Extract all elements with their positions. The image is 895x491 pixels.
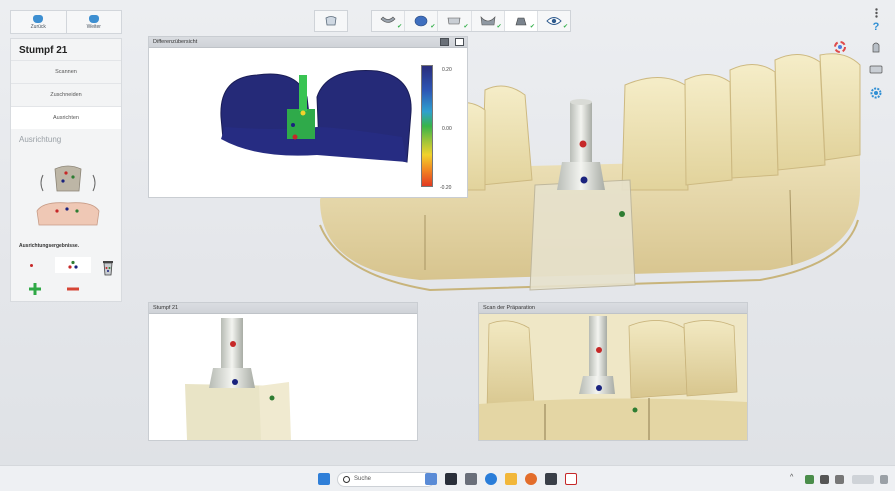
panel-title: Stumpf 21 bbox=[19, 45, 68, 56]
color-wheel-icon bbox=[834, 41, 846, 53]
back-button[interactable]: Zurück bbox=[11, 11, 67, 33]
settings-button[interactable] bbox=[866, 84, 886, 102]
three-point-mode-button[interactable] bbox=[55, 257, 91, 273]
window-header: Stumpf 21 bbox=[149, 303, 417, 314]
alignment-tools bbox=[15, 257, 119, 299]
visibility-button[interactable]: ✔ bbox=[538, 11, 570, 31]
app-icon[interactable] bbox=[545, 473, 557, 485]
question-icon: ? bbox=[872, 21, 880, 33]
window-header: Differenzübersicht bbox=[149, 37, 467, 48]
legend-min-label: -0.20 bbox=[440, 185, 452, 191]
maximize-icon[interactable] bbox=[455, 38, 464, 46]
difference-map-model bbox=[220, 70, 412, 163]
history-nav: Zurück Weiter bbox=[10, 10, 122, 34]
edge-icon[interactable] bbox=[485, 473, 497, 485]
done-check-icon: ✔ bbox=[397, 24, 403, 30]
snapshot-icon[interactable] bbox=[440, 38, 449, 46]
dental-app-icon[interactable] bbox=[565, 473, 577, 485]
upper-jaw-icon bbox=[448, 17, 461, 25]
minus-icon bbox=[67, 287, 79, 291]
lower-jaw-icon bbox=[380, 16, 396, 23]
preparation-3d-view[interactable] bbox=[479, 314, 747, 440]
gear-icon bbox=[870, 87, 882, 99]
single-point-mode-button[interactable] bbox=[21, 257, 41, 273]
window-title: Scan der Präparation bbox=[483, 305, 535, 311]
forward-arrow-icon bbox=[88, 14, 99, 23]
workflow-panel: Stumpf 21 Scannen Zuschneiden Ausrichten… bbox=[10, 38, 122, 302]
window-title: Differenzübersicht bbox=[153, 39, 198, 45]
clock-area[interactable] bbox=[852, 475, 874, 484]
window-title: Stumpf 21 bbox=[153, 305, 179, 311]
3d-viewport[interactable]: Zurück Weiter Stumpf 21 Scannen Zuschnei… bbox=[0, 0, 895, 465]
legend-mid-label: 0.00 bbox=[442, 126, 452, 132]
scan-model-icon bbox=[325, 16, 337, 26]
notifications-icon[interactable] bbox=[880, 475, 888, 484]
network-icon[interactable] bbox=[820, 475, 829, 484]
section-label: Ausrichtung bbox=[19, 135, 62, 144]
done-check-icon: ✔ bbox=[529, 24, 535, 30]
done-check-icon: ✔ bbox=[563, 24, 569, 30]
stumpf-3d-view[interactable] bbox=[149, 314, 417, 440]
widgets-icon[interactable] bbox=[465, 473, 477, 485]
remove-point-button[interactable] bbox=[65, 281, 81, 297]
bite-icon bbox=[480, 16, 496, 26]
tooth-view-icon bbox=[872, 42, 880, 53]
done-check-icon: ✔ bbox=[496, 24, 502, 30]
step-ausrichten[interactable]: Ausrichten bbox=[11, 106, 121, 129]
search-icon bbox=[343, 476, 350, 483]
stumpf-window[interactable]: Stumpf 21 bbox=[148, 302, 418, 441]
tray-app-icon[interactable] bbox=[805, 475, 814, 484]
taskbar-search[interactable]: Suche bbox=[337, 472, 435, 487]
file-explorer-icon[interactable] bbox=[505, 473, 517, 485]
done-check-icon: ✔ bbox=[430, 24, 436, 30]
eye-icon bbox=[546, 17, 562, 25]
done-check-icon: ✔ bbox=[463, 24, 469, 30]
overview-button[interactable] bbox=[314, 10, 348, 32]
color-display-button[interactable] bbox=[830, 38, 850, 56]
lower-jaw-button[interactable]: ✔ bbox=[372, 11, 406, 31]
alignment-illustration bbox=[36, 165, 100, 226]
back-label: Zurück bbox=[30, 23, 46, 30]
tray-chevron-icon[interactable]: ^ bbox=[790, 474, 793, 481]
scan-steps-toolbar: ✔ ✔ ✔ ✔ ✔ ✔ bbox=[371, 10, 571, 32]
three-points-icon bbox=[68, 260, 78, 269]
back-arrow-icon bbox=[33, 14, 44, 23]
copilot-icon[interactable] bbox=[425, 473, 437, 485]
windows-taskbar: Suche ^ bbox=[0, 465, 895, 491]
help-button[interactable]: ? bbox=[866, 18, 886, 36]
results-label: Ausrichtungsergebnisse. bbox=[19, 243, 80, 249]
preparation-scan-window[interactable]: Scan der Präparation bbox=[478, 302, 748, 441]
forward-label: Weiter bbox=[86, 23, 101, 30]
jaw-view-icon bbox=[869, 65, 883, 74]
legend-max-label: 0.20 bbox=[442, 67, 452, 73]
add-point-button[interactable] bbox=[27, 281, 43, 297]
stump-icon bbox=[515, 17, 527, 26]
trash-icon bbox=[103, 261, 113, 276]
abutment-scan-icon bbox=[414, 15, 428, 27]
abutment-scan-button[interactable]: ✔ bbox=[405, 11, 439, 31]
task-view-icon[interactable] bbox=[445, 473, 457, 485]
window-header: Scan der Präparation bbox=[479, 303, 747, 314]
difference-color-legend bbox=[421, 65, 433, 187]
forward-button[interactable]: Weiter bbox=[67, 11, 122, 33]
more-dots-icon bbox=[874, 8, 878, 18]
bite-button[interactable]: ✔ bbox=[472, 11, 505, 31]
firefox-icon[interactable] bbox=[525, 473, 537, 485]
plus-icon bbox=[29, 283, 41, 295]
upper-jaw-button[interactable]: ✔ bbox=[438, 11, 472, 31]
volume-icon[interactable] bbox=[835, 475, 844, 484]
windows-start-icon[interactable] bbox=[318, 473, 330, 485]
search-placeholder: Suche bbox=[354, 476, 372, 482]
step-scannen[interactable]: Scannen bbox=[11, 60, 121, 83]
difference-overview-window[interactable]: Differenzübersicht 0.20 0.00 -0.20 bbox=[148, 36, 468, 198]
view-occlusal-button[interactable] bbox=[866, 60, 886, 78]
step-zuschneiden[interactable]: Zuschneiden bbox=[11, 83, 121, 106]
stump-button[interactable]: ✔ bbox=[504, 11, 538, 31]
delete-points-button[interactable] bbox=[99, 257, 117, 279]
single-point-icon bbox=[29, 263, 33, 267]
view-side-button[interactable] bbox=[866, 38, 886, 56]
